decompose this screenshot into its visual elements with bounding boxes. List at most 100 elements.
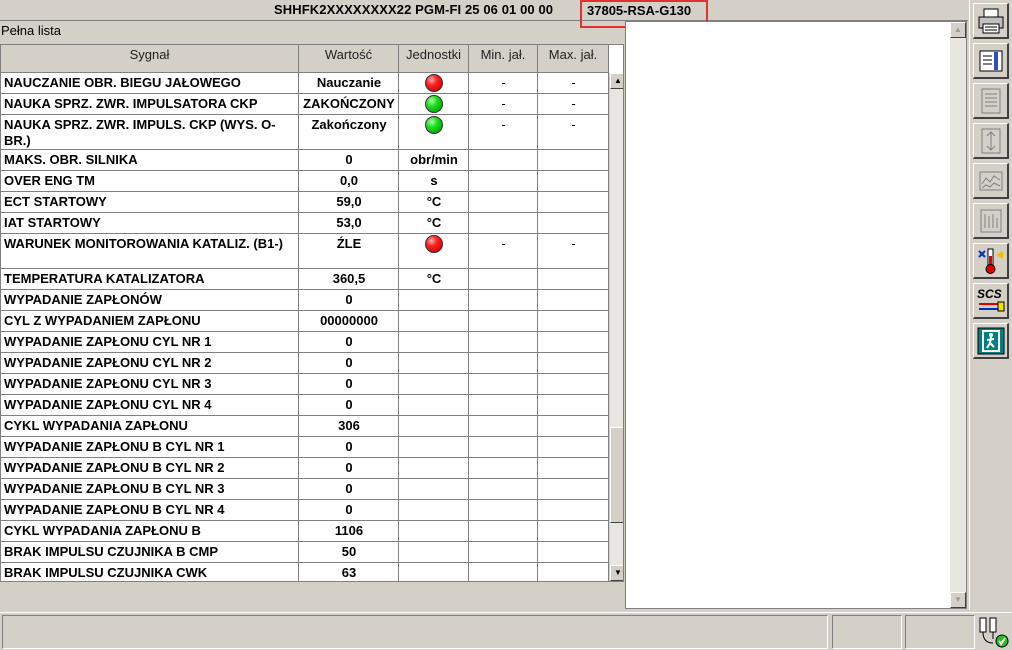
max-idle-cell bbox=[538, 290, 609, 310]
table-row[interactable]: NAUCZANIE OBR. BIEGU JAŁOWEGO Nauczanie - - bbox=[1, 73, 609, 94]
table-row[interactable]: CYKL WYPADANIA ZAPŁONU B 1106 bbox=[1, 521, 609, 542]
value-cell: 63 bbox=[299, 563, 399, 581]
value-cell: 0 bbox=[299, 150, 399, 170]
unit-cell bbox=[399, 458, 469, 478]
column-header-min-idle[interactable]: Min. jał. bbox=[469, 45, 538, 73]
min-idle-cell bbox=[469, 500, 538, 520]
table-row[interactable]: WYPADANIE ZAPŁONU CYL NR 30 bbox=[1, 374, 609, 395]
print-button[interactable] bbox=[973, 3, 1009, 39]
graph-button[interactable] bbox=[973, 163, 1009, 199]
table-row[interactable]: IAT STARTOWY 53,0 °C bbox=[1, 213, 609, 234]
temperature-button[interactable] bbox=[973, 243, 1009, 279]
data-chart-button[interactable] bbox=[973, 203, 1009, 239]
signal-name-cell: WYPADANIE ZAPŁONU B CYL NR 4 bbox=[1, 500, 299, 520]
settings-icon bbox=[979, 50, 1003, 72]
max-idle-cell: - bbox=[538, 115, 609, 149]
unit-cell bbox=[399, 521, 469, 541]
unit-cell bbox=[399, 479, 469, 499]
graph-panel: ▲ ▼ bbox=[625, 21, 967, 609]
value-cell: 0 bbox=[299, 353, 399, 373]
column-header-signal[interactable]: Sygnał bbox=[1, 45, 299, 73]
table-row[interactable]: NAUKA SPRZ. ZWR. IMPULS. CKP (WYS. O-BR.… bbox=[1, 115, 609, 150]
graph-panel-scrollbar[interactable]: ▲ ▼ bbox=[950, 22, 966, 608]
table-row[interactable]: WYPADANIE ZAPŁONU CYL NR 20 bbox=[1, 353, 609, 374]
scroll-up-icon[interactable]: ▲ bbox=[950, 22, 966, 38]
min-idle-cell bbox=[469, 479, 538, 499]
max-idle-cell bbox=[538, 213, 609, 233]
min-idle-cell bbox=[469, 213, 538, 233]
scroll-up-icon[interactable]: ▲ bbox=[610, 73, 623, 89]
max-idle-cell bbox=[538, 353, 609, 373]
value-cell: 0 bbox=[299, 332, 399, 352]
table-scrollbar[interactable]: ▲ ▼ bbox=[609, 73, 623, 581]
table-row[interactable]: WYPADANIE ZAPŁONU B CYL NR 20 bbox=[1, 458, 609, 479]
max-idle-cell bbox=[538, 171, 609, 191]
table-row[interactable]: TEMPERATURA KATALIZATORA 360,5 °C bbox=[1, 269, 609, 290]
signal-name-cell: IAT STARTOWY bbox=[1, 213, 299, 233]
table-row[interactable]: BRAK IMPULSU CZUJNIKA B CMP 50 bbox=[1, 542, 609, 563]
table-row[interactable]: CYL Z WYPADANIEM ZAPŁONU 00000000 bbox=[1, 311, 609, 332]
svg-text:SCS: SCS bbox=[977, 287, 1002, 301]
table-row[interactable]: WARUNEK MONITOROWANIA KATALIZ. (B1-) ŹLE -… bbox=[1, 234, 609, 269]
value-cell: 0 bbox=[299, 374, 399, 394]
print-icon bbox=[978, 8, 1004, 34]
max-idle-cell bbox=[538, 416, 609, 436]
unit-cell: s bbox=[399, 171, 469, 191]
part-number: 37805-RSA-G130 bbox=[587, 3, 692, 18]
table-row[interactable]: WYPADANIE ZAPŁONÓW 0 bbox=[1, 290, 609, 311]
column-header-max-idle[interactable]: Max. jał. bbox=[538, 45, 609, 73]
table-row[interactable]: WYPADANIE ZAPŁONU B CYL NR 30 bbox=[1, 479, 609, 500]
unit-cell bbox=[399, 500, 469, 520]
table-row[interactable]: MAKS. OBR. SILNIKA 0 obr/min bbox=[1, 150, 609, 171]
status-green-indicator-icon bbox=[425, 116, 443, 134]
unit-cell bbox=[399, 332, 469, 352]
signal-name-cell: CYKL WYPADANIA ZAPŁONU bbox=[1, 416, 299, 436]
table-row[interactable]: WYPADANIE ZAPŁONU CYL NR 40 bbox=[1, 395, 609, 416]
unit-cell: obr/min bbox=[399, 150, 469, 170]
unit-cell bbox=[399, 234, 469, 268]
signal-name-cell: NAUKA SPRZ. ZWR. IMPULS. CKP (WYS. O-BR.… bbox=[1, 115, 299, 149]
min-idle-cell: - bbox=[469, 94, 538, 114]
value-cell: Nauczanie bbox=[299, 73, 399, 93]
status-bar bbox=[0, 612, 1012, 650]
unit-cell bbox=[399, 437, 469, 457]
table-row[interactable]: ECT STARTOWY 59,0 °C bbox=[1, 192, 609, 213]
scroll-down-icon[interactable]: ▼ bbox=[950, 592, 966, 608]
status-green-indicator-icon bbox=[425, 95, 443, 113]
max-idle-cell bbox=[538, 269, 609, 289]
max-idle-cell bbox=[538, 395, 609, 415]
signal-name-cell: WYPADANIE ZAPŁONU CYL NR 4 bbox=[1, 395, 299, 415]
scs-button[interactable]: SCS bbox=[973, 283, 1009, 319]
min-idle-cell bbox=[469, 171, 538, 191]
connection-status-icon bbox=[978, 615, 1010, 649]
table-row[interactable]: WYPADANIE ZAPŁONU B CYL NR 10 bbox=[1, 437, 609, 458]
unit-cell bbox=[399, 353, 469, 373]
settings-button[interactable] bbox=[973, 43, 1009, 79]
table-row[interactable]: CYKL WYPADANIA ZAPŁONU 306 bbox=[1, 416, 609, 437]
table-row[interactable]: NAUKA SPRZ. ZWR. IMPULSATORA CKP ZAKOŃCZO… bbox=[1, 94, 609, 115]
min-idle-cell bbox=[469, 269, 538, 289]
value-cell: 306 bbox=[299, 416, 399, 436]
list-button[interactable] bbox=[973, 83, 1009, 119]
column-header-value[interactable]: Wartość bbox=[299, 45, 399, 73]
unit-cell bbox=[399, 115, 469, 149]
max-idle-cell: - bbox=[538, 234, 609, 268]
scroll-down-icon[interactable]: ▼ bbox=[610, 565, 623, 581]
table-row[interactable]: WYPADANIE ZAPŁONU CYL NR 10 bbox=[1, 332, 609, 353]
session-title: SHHFK2XXXXXXXX22 PGM-FI 25 06 01 00 00 bbox=[274, 2, 554, 17]
value-cell: Zakończony bbox=[299, 115, 399, 149]
signal-name-cell: WYPADANIE ZAPŁONU CYL NR 2 bbox=[1, 353, 299, 373]
split-view-button[interactable] bbox=[973, 123, 1009, 159]
scroll-thumb[interactable] bbox=[610, 427, 623, 523]
signal-name-cell: TEMPERATURA KATALIZATORA bbox=[1, 269, 299, 289]
column-header-units[interactable]: Jednostki bbox=[399, 45, 469, 73]
status-message-panel bbox=[2, 615, 828, 649]
min-idle-cell: - bbox=[469, 234, 538, 268]
table-row[interactable]: WYPADANIE ZAPŁONU B CYL NR 40 bbox=[1, 500, 609, 521]
table-row[interactable]: OVER ENG TM 0,0 s bbox=[1, 171, 609, 192]
table-row[interactable]: BRAK IMPULSU CZUJNIKA CWK 63 bbox=[1, 563, 609, 581]
exit-button[interactable] bbox=[973, 323, 1009, 359]
min-idle-cell bbox=[469, 353, 538, 373]
signal-name-cell: OVER ENG TM bbox=[1, 171, 299, 191]
value-cell: 0 bbox=[299, 290, 399, 310]
